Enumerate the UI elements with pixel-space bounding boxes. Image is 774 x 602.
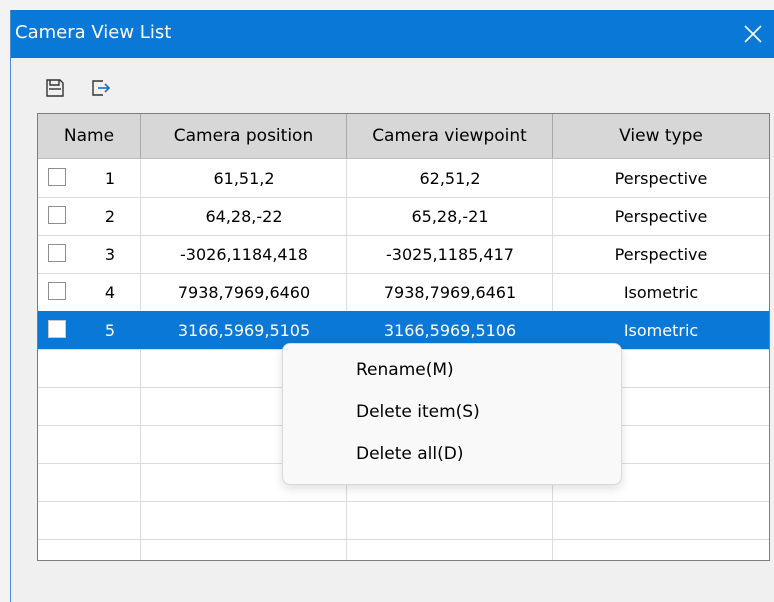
- row-name: 3: [104, 244, 116, 264]
- context-menu: Rename(M) Delete item(S) Delete all(D): [282, 343, 622, 485]
- row-camera-position: 64,28,-22: [205, 206, 283, 226]
- row-checkbox[interactable]: [48, 282, 66, 300]
- row-view-type: Isometric: [623, 282, 699, 302]
- row-checkbox[interactable]: [48, 320, 66, 338]
- row-checkbox[interactable]: [48, 206, 66, 224]
- camera-view-table: Name Camera position Camera viewpoint Vi…: [37, 113, 770, 561]
- column-header-camera-position[interactable]: Camera position: [141, 114, 347, 158]
- row-name: 1: [104, 168, 116, 188]
- row-divider: [38, 539, 769, 540]
- row-camera-viewpoint: 7938,7969,6461: [383, 282, 517, 302]
- menu-item-delete-all[interactable]: Delete all(D): [283, 435, 621, 473]
- table-row[interactable]: 4 7938,7969,6460 7938,7969,6461 Isometri…: [38, 273, 769, 311]
- row-camera-position: -3026,1184,418: [180, 244, 308, 264]
- row-name: 4: [104, 282, 116, 302]
- save-button[interactable]: [41, 74, 69, 102]
- export-icon: [92, 80, 111, 96]
- menu-item-label: Delete all(D): [356, 444, 464, 464]
- table-row[interactable]: 2 64,28,-22 65,28,-21 Perspective: [38, 197, 769, 235]
- column-header-name[interactable]: Name: [38, 114, 141, 158]
- row-camera-viewpoint: -3025,1185,417: [386, 244, 514, 264]
- row-camera-position: 61,51,2: [213, 168, 275, 188]
- row-camera-viewpoint: 62,51,2: [419, 168, 481, 188]
- row-view-type: Perspective: [614, 244, 708, 264]
- column-header-view-type[interactable]: View type: [553, 114, 769, 158]
- table-row[interactable]: 1 61,51,2 62,51,2 Perspective: [38, 159, 769, 197]
- row-camera-viewpoint: 65,28,-21: [411, 206, 489, 226]
- close-icon: [744, 25, 762, 43]
- export-button[interactable]: [87, 74, 115, 102]
- menu-item-label: Delete item(S): [356, 402, 480, 422]
- title-bar[interactable]: Camera View List: [11, 10, 774, 58]
- row-view-type: Perspective: [614, 168, 708, 188]
- row-name: 2: [104, 206, 116, 226]
- row-camera-position: 7938,7969,6460: [177, 282, 311, 302]
- save-icon: [46, 79, 64, 97]
- menu-item-rename[interactable]: Rename(M): [283, 351, 621, 389]
- column-header-camera-viewpoint[interactable]: Camera viewpoint: [347, 114, 553, 158]
- menu-item-delete-item[interactable]: Delete item(S): [283, 393, 621, 431]
- table-row[interactable]: 3 -3026,1184,418 -3025,1185,417 Perspect…: [38, 235, 769, 273]
- row-name: 5: [104, 320, 116, 340]
- row-view-type: Perspective: [614, 206, 708, 226]
- row-checkbox[interactable]: [48, 168, 66, 186]
- close-button[interactable]: [732, 10, 774, 58]
- menu-item-label: Rename(M): [356, 360, 454, 380]
- row-divider: [38, 501, 769, 502]
- table-header: Name Camera position Camera viewpoint Vi…: [38, 114, 769, 159]
- row-checkbox[interactable]: [48, 244, 66, 262]
- window-title: Camera View List: [15, 22, 172, 43]
- camera-view-list-window: Camera View List Name Camera position Ca…: [10, 10, 774, 602]
